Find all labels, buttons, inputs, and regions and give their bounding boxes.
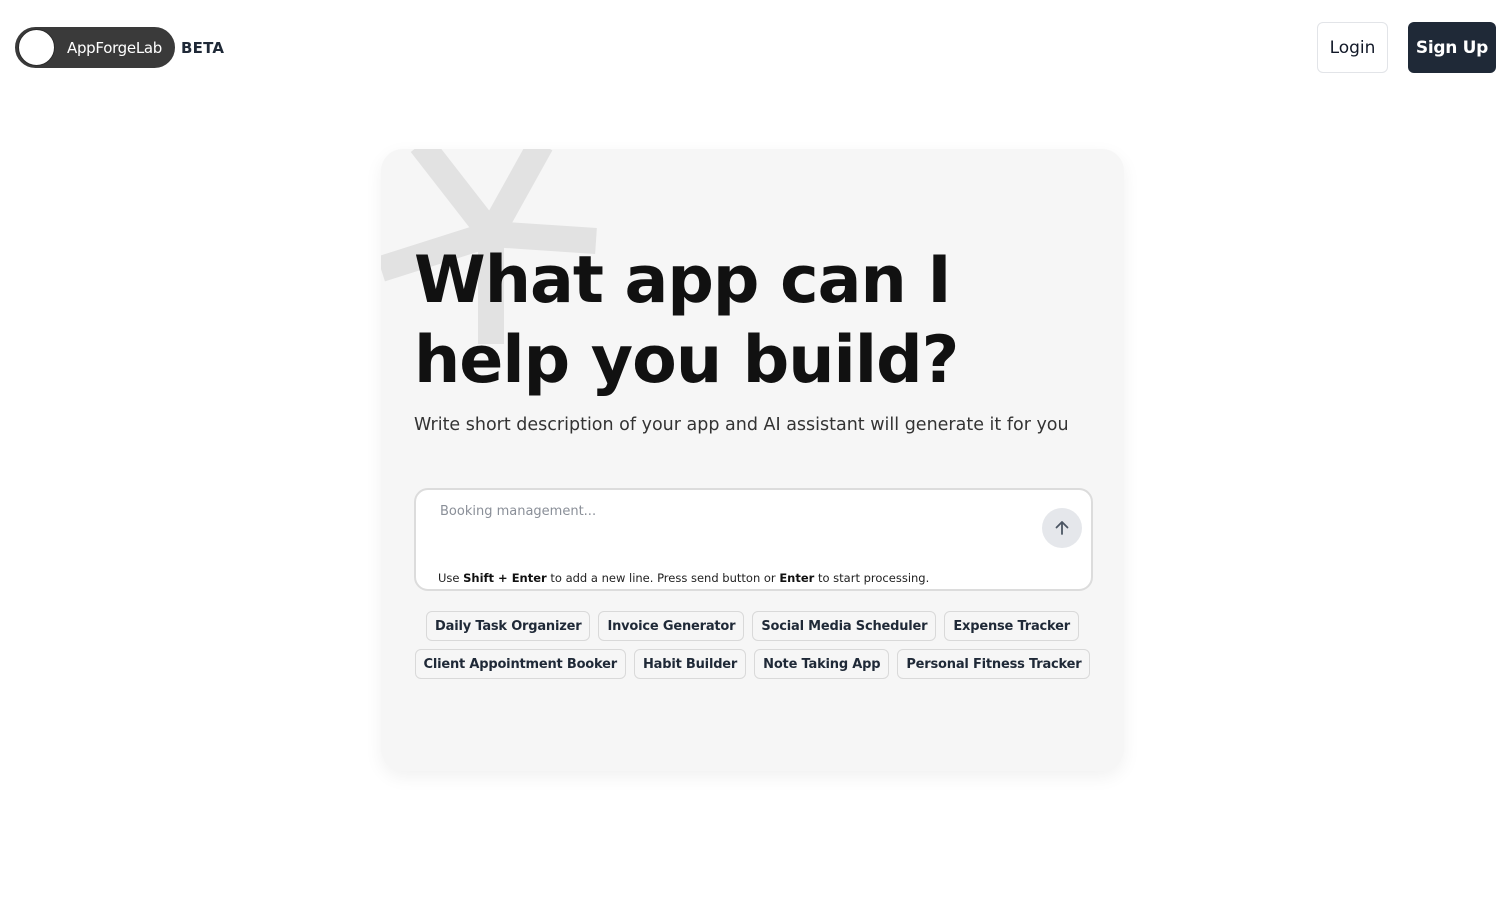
signup-button[interactable]: Sign Up — [1408, 22, 1496, 73]
login-button[interactable]: Login — [1317, 22, 1388, 73]
suggestion-chip[interactable]: Daily Task Organizer — [426, 611, 591, 641]
suggestion-chip[interactable]: Client Appointment Booker — [414, 649, 626, 679]
suggestion-chip[interactable]: Expense Tracker — [944, 611, 1079, 641]
suggestion-chip[interactable]: Note Taking App — [754, 649, 890, 679]
page-title: What app can I help you build? — [414, 243, 959, 398]
suggestion-chips: Daily Task Organizer Invoice Generator S… — [381, 611, 1124, 687]
beta-badge: BETA — [181, 38, 225, 57]
suggestion-chip[interactable]: Invoice Generator — [598, 611, 745, 641]
input-hint: Use Shift + Enter to add a new line. Pre… — [438, 571, 930, 585]
suggestion-chip[interactable]: Personal Fitness Tracker — [897, 649, 1091, 679]
arrow-up-icon — [1055, 521, 1069, 535]
hero-card: What app can I help you build? Write sho… — [381, 149, 1124, 771]
logo-toggle-knob — [18, 29, 55, 66]
brand-logo[interactable]: AppForgeLab BETA — [15, 27, 224, 68]
logo-pill: AppForgeLab — [15, 27, 175, 68]
prompt-box: Use Shift + Enter to add a new line. Pre… — [414, 488, 1093, 591]
app-description-input[interactable] — [438, 498, 1018, 524]
suggestion-chip[interactable]: Social Media Scheduler — [752, 611, 937, 641]
page-subtitle: Write short description of your app and … — [414, 415, 1069, 435]
top-header: AppForgeLab BETA Login Sign Up — [0, 0, 1504, 96]
suggestion-row-1: Daily Task Organizer Invoice Generator S… — [381, 611, 1124, 641]
suggestion-chip[interactable]: Habit Builder — [633, 649, 747, 679]
send-button[interactable] — [1042, 508, 1082, 548]
suggestion-row-2: Client Appointment Booker Habit Builder … — [381, 649, 1124, 679]
brand-name: AppForgeLab — [67, 38, 162, 57]
